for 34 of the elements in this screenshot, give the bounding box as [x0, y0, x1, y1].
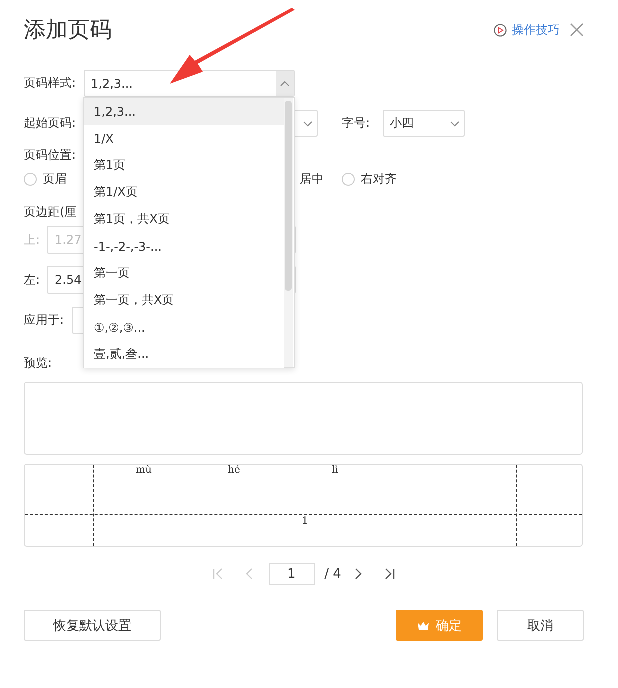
pinyin-text: lì — [332, 465, 338, 476]
cancel-button[interactable]: 取消 — [497, 610, 584, 641]
close-icon[interactable] — [570, 23, 584, 37]
chevron-down-icon — [450, 120, 460, 126]
play-icon — [494, 24, 507, 36]
page-style-select[interactable]: 1,2,3... — [84, 70, 295, 97]
chevron-down-icon — [303, 120, 313, 126]
page-number: 1 — [302, 516, 308, 527]
crown-icon — [417, 620, 430, 630]
field-label: 应用于: — [24, 312, 66, 328]
field-label: 上: — [24, 232, 42, 248]
pinyin-text: hé — [228, 465, 240, 476]
section-label: 页码位置: — [24, 146, 76, 164]
chevron-up-icon — [280, 80, 290, 86]
last-page-icon[interactable] — [383, 567, 398, 581]
field-label: 字号: — [342, 115, 372, 132]
field-label: 起始页码: — [24, 115, 78, 132]
pinyin-text: mù — [136, 465, 152, 476]
page-total: / 4 — [324, 566, 342, 582]
field-label: 左: — [24, 272, 42, 288]
dropdown-option[interactable]: 壹,贰,叁... — [84, 341, 284, 368]
section-label: 页边距(厘 — [24, 204, 77, 220]
first-page-icon[interactable] — [210, 567, 225, 581]
page-input[interactable]: 1 — [268, 563, 315, 585]
help-link[interactable]: 操作技巧 — [494, 22, 560, 38]
reset-button[interactable]: 恢复默认设置 — [24, 610, 161, 641]
radio-option[interactable]: 页眉 — [24, 170, 67, 188]
dropdown-option[interactable]: 1,2,3... — [84, 98, 284, 125]
scrollbar[interactable] — [284, 98, 293, 367]
section-label: 预览: — [24, 354, 52, 372]
font-size-select[interactable]: 小四 — [383, 110, 465, 137]
dialog-title: 添加页码 — [24, 17, 113, 45]
radio-option[interactable]: 右对齐 — [342, 170, 397, 188]
field-label: 页码样式: — [24, 75, 78, 92]
